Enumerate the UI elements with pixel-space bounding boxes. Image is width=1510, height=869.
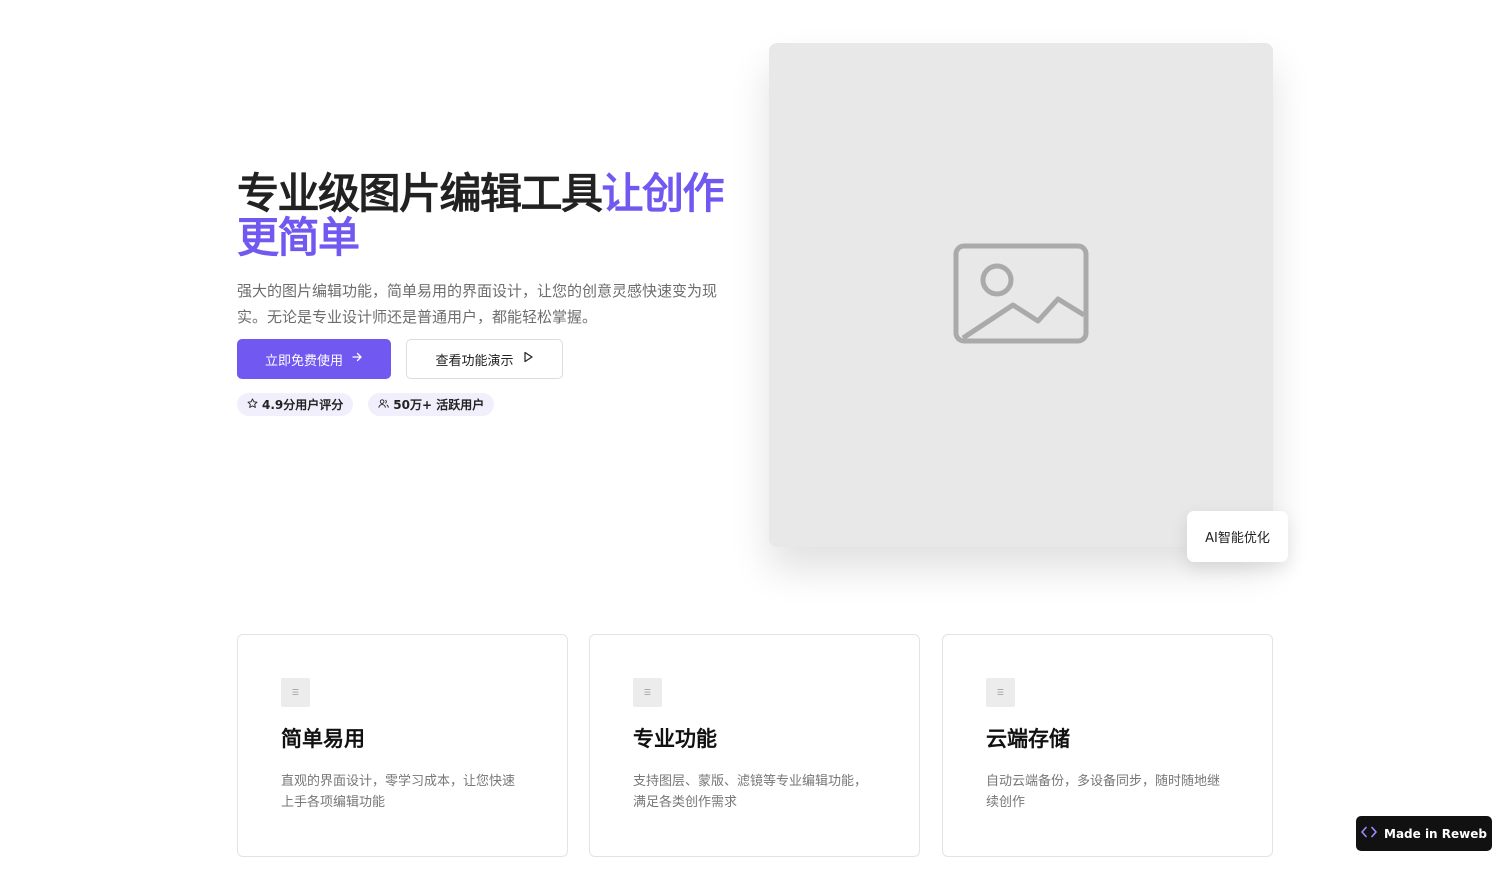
hero-actions: 立即免费使用 查看功能演示	[237, 339, 563, 379]
feature-icon: ☰	[986, 678, 1015, 707]
feature-title: 专业功能	[633, 727, 717, 751]
feature-card-cloud: ☰ 云端存储 自动云端备份，多设备同步，随时随地继续创作	[942, 634, 1273, 857]
arrow-right-icon	[351, 351, 363, 367]
made-in-reweb-badge[interactable]: Made in Reweb	[1356, 816, 1492, 851]
feature-icon: ☰	[281, 678, 310, 707]
stats-badges: 4.9分用户评分 50万+ 活跃用户	[237, 393, 495, 416]
reweb-label: Made in Reweb	[1384, 826, 1487, 841]
feature-card-pro: ☰ 专业功能 支持图层、蒙版、滤镜等专业编辑功能，满足各类创作需求	[589, 634, 920, 857]
feature-icon: ☰	[633, 678, 662, 707]
ai-chip-label: AI智能优化	[1205, 531, 1270, 546]
feature-desc: 支持图层、蒙版、滤镜等专业编辑功能，满足各类创作需求	[633, 774, 868, 810]
users-text: 50万+ 活跃用户	[393, 398, 485, 412]
start-free-button[interactable]: 立即免费使用	[237, 339, 391, 379]
feature-card-easy: ☰ 简单易用 直观的界面设计，零学习成本，让您快速上手各项编辑功能	[237, 634, 568, 857]
hero-section: 专业级图片编辑工具让创作更简单 强大的图片编辑功能，简单易用的界面设计，让您的创…	[237, 172, 757, 416]
rating-badge: 4.9分用户评分	[237, 393, 354, 416]
view-demo-label: 查看功能演示	[435, 353, 514, 369]
rating-text: 4.9分用户评分	[262, 398, 344, 412]
preview-image-placeholder	[769, 43, 1273, 547]
hero-title: 专业级图片编辑工具让创作更简单	[237, 172, 757, 260]
start-free-label: 立即免费使用	[264, 353, 343, 369]
feature-title: 简单易用	[281, 727, 365, 751]
hero-title-main: 专业级图片编辑工具	[237, 169, 603, 218]
users-badge: 50万+ 活跃用户	[368, 393, 495, 416]
hero-description: 强大的图片编辑功能，简单易用的界面设计，让您的创意灵感快速变为现实。无论是专业设…	[237, 282, 718, 326]
feature-desc: 直观的界面设计，零学习成本，让您快速上手各项编辑功能	[281, 774, 516, 810]
ai-optimize-chip: AI智能优化	[1187, 511, 1288, 562]
view-demo-button[interactable]: 查看功能演示	[406, 339, 563, 379]
play-icon	[522, 351, 534, 367]
star-icon	[247, 397, 258, 412]
feature-desc: 自动云端备份，多设备同步，随时随地继续创作	[986, 774, 1221, 810]
feature-title: 云端存储	[986, 727, 1070, 751]
users-icon	[378, 398, 389, 412]
image-placeholder-icon	[953, 243, 1089, 348]
code-icon	[1361, 826, 1377, 841]
